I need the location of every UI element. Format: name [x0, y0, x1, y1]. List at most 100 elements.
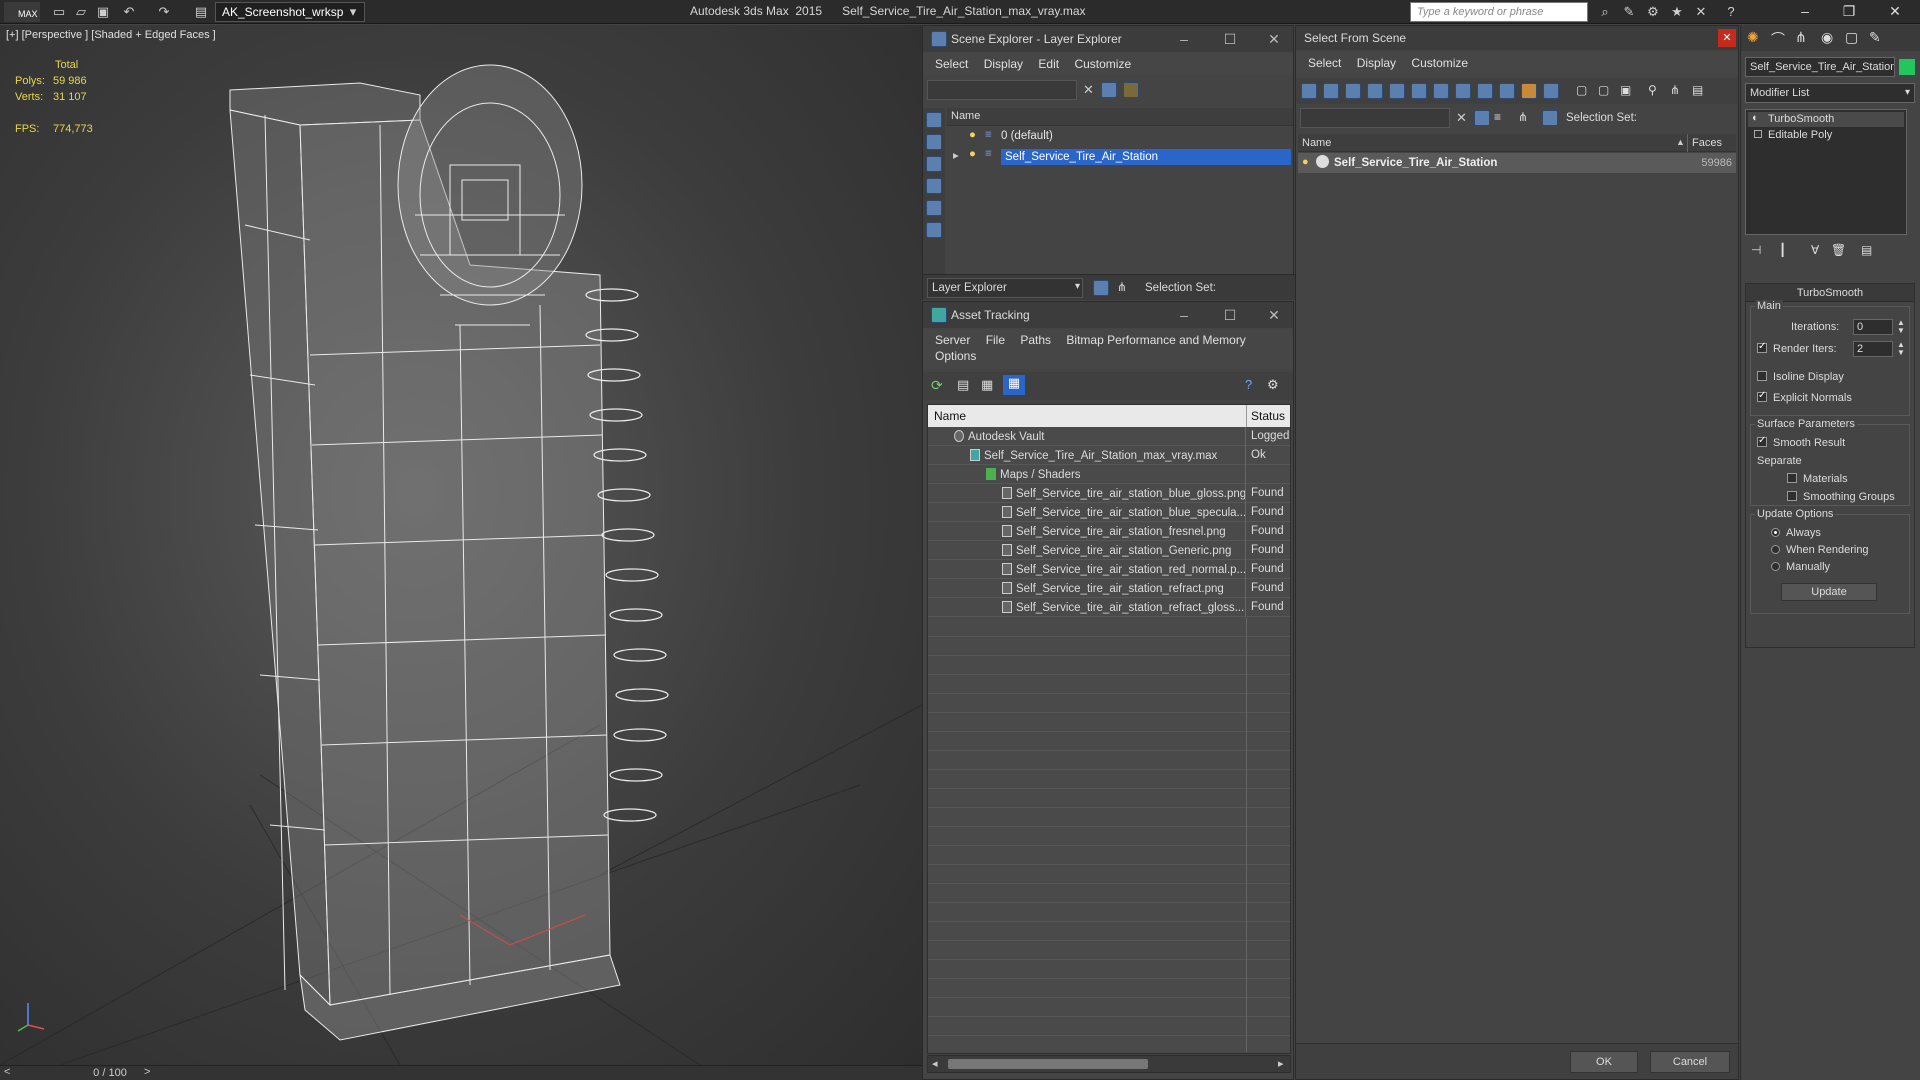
display-none-icon[interactable]	[1323, 83, 1339, 99]
star-icon[interactable]: ★	[1668, 3, 1686, 21]
subscription-icon[interactable]: ⚙	[1644, 3, 1662, 21]
spinner-arrows-icon[interactable]: ▲ ▼	[1897, 341, 1905, 357]
table-row[interactable]: Self_Service_tire_air_station_fresnel.pn…	[928, 522, 1290, 541]
table-row[interactable]: Self_Service_tire_air_station_blue_gloss…	[928, 484, 1290, 503]
select-list-empty-area[interactable]	[1298, 173, 1736, 1043]
chevron-down-icon[interactable]: ▾	[1075, 281, 1080, 292]
time-next-button[interactable]: >	[144, 1066, 150, 1078]
ok-button[interactable]: OK	[1570, 1051, 1638, 1073]
menu-paths[interactable]: Paths	[1020, 333, 1051, 347]
modify-tab-icon[interactable]: ⌒	[1771, 29, 1785, 49]
wireframe-model[interactable]	[0, 25, 922, 1065]
selection-tools-icon[interactable]: ⋔	[1518, 110, 1528, 124]
time-slider[interactable]: < 0 / 100 >	[0, 1065, 922, 1080]
refresh-icon[interactable]: ⟳	[931, 377, 943, 394]
menu-display[interactable]: Display	[1357, 56, 1396, 70]
scene-search-input[interactable]	[927, 80, 1077, 100]
manually-radio[interactable]	[1771, 562, 1780, 571]
table-row[interactable]: Self_Service_tire_air_station_refract_gl…	[928, 598, 1290, 617]
display-groups-icon[interactable]	[1477, 83, 1493, 99]
smooth-result-checkbox[interactable]	[1757, 435, 1767, 447]
menu-select[interactable]: Select	[935, 57, 968, 71]
search-input[interactable]: Type a keyword or phrase	[1410, 2, 1588, 22]
redo-icon[interactable]: ↷	[155, 3, 173, 21]
scroll-right-icon[interactable]: ▸	[1278, 1057, 1284, 1070]
menu-display[interactable]: Display	[984, 57, 1023, 71]
spinner-arrows-icon[interactable]: ▲ ▼	[1897, 319, 1905, 335]
clear-search-icon[interactable]: ✕	[1456, 110, 1467, 126]
scrollbar-thumb[interactable]	[948, 1059, 1148, 1069]
cancel-button[interactable]: Cancel	[1650, 1051, 1730, 1073]
project-folder-icon[interactable]: ▤	[192, 3, 210, 21]
table-view-icon[interactable]: ▦	[1003, 375, 1025, 395]
render-iters-row[interactable]: Render Iters:	[1757, 341, 1837, 355]
display-helpers-icon[interactable]	[926, 222, 942, 238]
save-icon[interactable]: ▣	[94, 3, 112, 21]
display-containers-icon[interactable]	[1543, 83, 1559, 99]
thumbnail-view-icon[interactable]: ▦	[981, 377, 993, 393]
render-iters-spinner[interactable]: 2	[1853, 341, 1893, 357]
open-file-icon[interactable]: ▱	[72, 3, 90, 21]
smoothing-groups-row[interactable]: Smoothing Groups	[1787, 491, 1895, 503]
menu-file[interactable]: File	[986, 333, 1005, 347]
clear-search-icon[interactable]: ✕	[1083, 82, 1094, 98]
always-row[interactable]: Always	[1771, 527, 1821, 539]
close-icon[interactable]: ✕	[1257, 304, 1291, 328]
layer-tools-icon[interactable]	[1123, 82, 1139, 98]
lightbulb-icon[interactable]: ◐	[1752, 112, 1759, 124]
menu-customize[interactable]: Customize	[1411, 56, 1468, 70]
update-button[interactable]: Update	[1781, 583, 1877, 601]
display-all-icon[interactable]	[1301, 83, 1317, 99]
maximize-icon[interactable]: ☐	[1213, 28, 1247, 52]
table-row[interactable]: Autodesk Vault Logged	[928, 427, 1290, 446]
iterations-spinner[interactable]: 0	[1853, 319, 1893, 335]
expand-arrow-icon[interactable]: ▸	[953, 148, 959, 162]
make-unique-icon[interactable]: ∀	[1811, 243, 1819, 257]
select-all-icon[interactable]: ▢	[1576, 83, 1587, 97]
scroll-left-icon[interactable]: ◂	[932, 1057, 938, 1070]
smoothing-groups-checkbox[interactable]	[1787, 491, 1797, 501]
list-item[interactable]: ● ≡ 0 (default)	[947, 127, 1293, 146]
filter-icon[interactable]	[1101, 82, 1117, 98]
help-icon[interactable]: ?	[1722, 3, 1740, 21]
perspective-viewport[interactable]: [+] [Perspective ] [Shaded + Edged Faces…	[0, 25, 922, 1065]
display-all-icon[interactable]	[926, 112, 942, 128]
table-row[interactable]: Maps / Shaders	[928, 465, 1290, 484]
expand-box-icon[interactable]	[1754, 130, 1762, 138]
explorer-type-dropdown[interactable]: Layer Explorer	[927, 278, 1083, 298]
app-logo[interactable]: MAX	[4, 2, 40, 22]
close-icon[interactable]: ✕	[1878, 0, 1912, 24]
table-row[interactable]: ● Self_Service_Tire_Air_Station 59986	[1298, 153, 1736, 173]
chevron-down-icon[interactable]: ▾	[1905, 87, 1910, 98]
binoculars-icon[interactable]: ⌕	[1596, 3, 1614, 21]
help-icon[interactable]: ?	[1245, 377, 1252, 392]
wrench-icon[interactable]: ✎	[1620, 3, 1638, 21]
layer-tools-icon[interactable]: ≡	[1494, 110, 1501, 124]
utilities-tab-icon[interactable]: ✎	[1869, 29, 1881, 46]
when-rendering-radio[interactable]	[1771, 545, 1780, 554]
col-faces[interactable]: Faces	[1692, 137, 1722, 149]
always-radio[interactable]	[1771, 528, 1780, 537]
isoline-row[interactable]: Isoline Display	[1757, 371, 1844, 383]
isoline-checkbox[interactable]	[1757, 371, 1767, 381]
lightbulb-icon[interactable]: ●	[969, 129, 976, 141]
menu-select[interactable]: Select	[1308, 56, 1341, 70]
materials-row[interactable]: Materials	[1787, 473, 1848, 485]
vault-options-icon[interactable]: ⚙	[1267, 377, 1279, 393]
explicit-normals-row[interactable]: Explicit Normals	[1757, 390, 1852, 404]
show-end-result-icon[interactable]: ┃	[1779, 243, 1786, 257]
display-bones-icon[interactable]	[1521, 83, 1537, 99]
column-divider[interactable]	[1246, 405, 1247, 427]
display-geometry-icon[interactable]	[1345, 83, 1361, 99]
hierarchy-icon[interactable]: ⋔	[1117, 280, 1127, 294]
menu-edit[interactable]: Edit	[1038, 57, 1059, 71]
display-geometry-icon[interactable]	[926, 134, 942, 150]
pin-stack-icon[interactable]: ⊣	[1751, 243, 1761, 257]
columns-icon[interactable]: ▤	[1692, 83, 1703, 97]
chevron-down-icon[interactable]: ▾	[344, 3, 362, 21]
layer-explorer-icon[interactable]	[1093, 280, 1109, 296]
menu-customize[interactable]: Customize	[1074, 57, 1131, 71]
sort-arrow-icon[interactable]: ▲	[1676, 137, 1685, 147]
column-divider[interactable]	[1687, 134, 1688, 152]
display-cameras-icon[interactable]	[926, 200, 942, 216]
